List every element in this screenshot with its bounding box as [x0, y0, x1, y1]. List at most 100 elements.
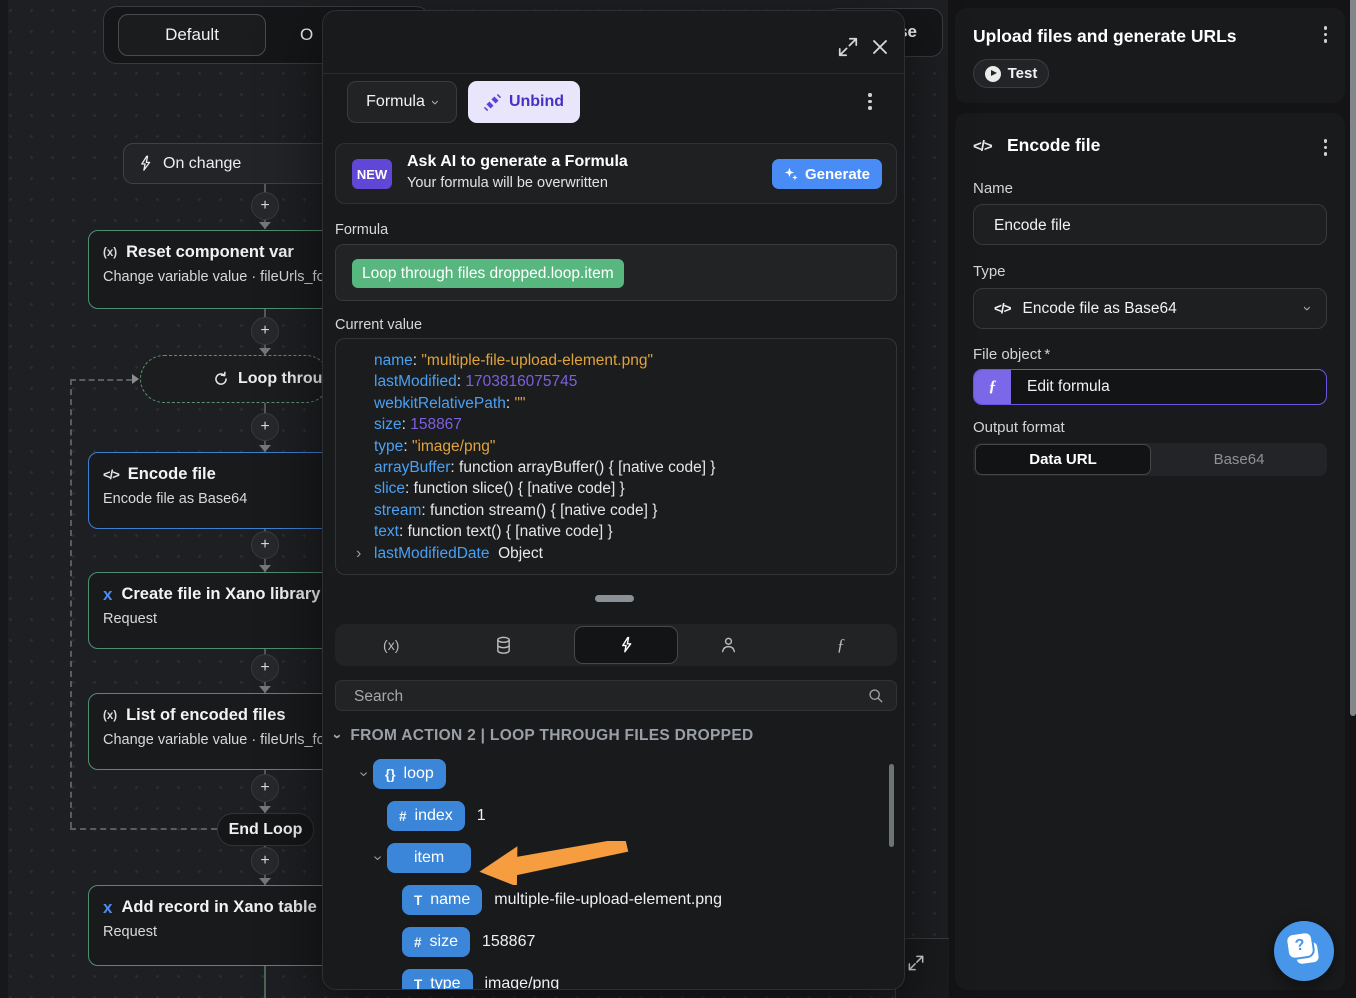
- output-format-label: Output format: [973, 419, 1065, 436]
- section-header[interactable]: › FROM ACTION 2 | LOOP THROUGH FILES DRO…: [335, 727, 753, 745]
- function-icon: ƒ: [837, 635, 846, 655]
- generate-button[interactable]: Generate: [772, 159, 882, 189]
- workflow-card-title: Upload files and generate URLs: [973, 26, 1237, 47]
- node-title: List of encoded files: [126, 706, 286, 725]
- node-title: Encode file: [128, 465, 216, 484]
- tree-scrollbar[interactable]: [889, 764, 894, 847]
- node-add-record-xano[interactable]: x Add record in Xano table Request: [88, 885, 330, 966]
- node-title: End Loop: [229, 821, 303, 839]
- add-step-button[interactable]: +: [251, 774, 279, 802]
- node-end-loop[interactable]: End Loop: [217, 813, 314, 846]
- add-step-button[interactable]: +: [251, 531, 279, 559]
- node-subtitle: Request: [103, 611, 315, 627]
- variable-pill-size[interactable]: #size: [402, 927, 470, 957]
- tab-workflow-selected[interactable]: [574, 626, 678, 664]
- node-subtitle: Request: [103, 924, 315, 940]
- tab-user[interactable]: [672, 624, 784, 666]
- node-create-file-xano[interactable]: x Create file in Xano library Request: [88, 572, 330, 649]
- add-step-button[interactable]: +: [251, 413, 279, 441]
- add-step-button[interactable]: +: [251, 317, 279, 345]
- help-button[interactable]: ?: [1274, 921, 1334, 981]
- node-reset-component-var[interactable]: (x) Reset component var Change variable …: [88, 230, 330, 309]
- formula-label: Formula: [335, 222, 388, 238]
- chevron-down-icon: ›: [1299, 306, 1316, 311]
- chevron-down-icon: ›: [427, 100, 444, 105]
- required-mark: *: [1044, 346, 1050, 363]
- action-settings-card: </> Encode file Name Type </> Encode fil…: [955, 113, 1345, 990]
- chevron-down-icon: ›: [329, 733, 346, 738]
- expand-modal-icon[interactable]: [837, 36, 859, 58]
- workflow-card: Upload files and generate URLs Test: [955, 8, 1345, 103]
- node-subtitle: Change variable value · fileUrls_fo: [103, 732, 315, 748]
- connector-arrow: [259, 686, 271, 693]
- test-label: Test: [1008, 65, 1038, 82]
- node-title: Loop through files drop: [238, 370, 330, 388]
- node-title: Add record in Xano table: [121, 898, 316, 917]
- tree-row: Tnamemultiple-file-upload-element.png: [335, 885, 897, 915]
- drag-handle[interactable]: [595, 595, 634, 602]
- unbind-button[interactable]: Unbind: [468, 81, 580, 123]
- variable-pill-item[interactable]: item: [387, 843, 471, 873]
- question-mark-icon: ?: [1287, 932, 1314, 958]
- lightning-icon: [138, 155, 153, 173]
- name-input[interactable]: [992, 205, 1306, 246]
- section-header-label: FROM ACTION 2 | LOOP THROUGH FILES DROPP…: [350, 727, 753, 745]
- code-line: lastModified: 1703816075745: [336, 371, 896, 392]
- panel-scrollbar[interactable]: [1350, 0, 1356, 716]
- test-button[interactable]: Test: [973, 59, 1049, 88]
- connector-arrow: [259, 445, 271, 452]
- tab-collections[interactable]: [447, 624, 559, 666]
- formula-input[interactable]: Loop through files dropped.loop.item: [335, 244, 897, 301]
- app-window: Default O On change + + + + + + +: [0, 0, 1356, 998]
- annotation-arrow: [477, 841, 635, 885]
- kebab-menu-icon[interactable]: [1324, 26, 1328, 43]
- add-step-button[interactable]: +: [251, 192, 279, 220]
- node-loop-through-files[interactable]: Loop through files drop: [140, 355, 330, 403]
- code-line: ›lastModifiedDate Object: [336, 543, 896, 564]
- variable-icon: (x): [103, 247, 117, 259]
- add-step-button[interactable]: +: [251, 847, 279, 875]
- tab-variables[interactable]: (x): [335, 624, 447, 666]
- type-select[interactable]: </> Encode file as Base64 ›: [973, 288, 1327, 329]
- search-input[interactable]: [352, 681, 856, 712]
- tab-formulas[interactable]: ƒ: [785, 624, 897, 666]
- type-label: Type: [973, 263, 1006, 280]
- code-icon: </>: [973, 138, 992, 155]
- node-subtitle: Encode file as Base64: [103, 491, 315, 507]
- formula-binding-pill[interactable]: Loop through files dropped.loop.item: [352, 259, 624, 288]
- trigger-node-on-change[interactable]: On change: [123, 143, 330, 184]
- xano-icon: x: [103, 899, 112, 916]
- node-list-encoded-files[interactable]: (x) List of encoded files Change variabl…: [88, 693, 330, 770]
- variable-pill-loop[interactable]: {}loop: [373, 759, 446, 789]
- expand-icon[interactable]: [906, 953, 926, 973]
- variable-pill-name[interactable]: Tname: [402, 885, 482, 915]
- variable-pill-type[interactable]: Ttype: [402, 969, 473, 990]
- tree-row: ›{}loop: [335, 759, 897, 789]
- node-title: Create file in Xano library: [121, 585, 320, 604]
- name-label: Name: [973, 180, 1013, 197]
- tab-partial[interactable]: O: [300, 7, 313, 63]
- code-line: stream: function stream() { [native code…: [336, 500, 896, 521]
- loop-boundary: [70, 379, 72, 828]
- kebab-menu-icon[interactable]: [1324, 139, 1328, 156]
- edit-formula-button[interactable]: ƒ Edit formula: [973, 369, 1327, 405]
- node-encode-file[interactable]: </> Encode file Encode file as Base64: [88, 452, 330, 529]
- connector-arrow: [259, 565, 271, 572]
- output-option-base64[interactable]: Base64: [1151, 443, 1327, 476]
- divider: [323, 73, 904, 74]
- tab-default[interactable]: Default: [118, 14, 266, 56]
- type-value: Encode file as Base64: [1023, 300, 1177, 318]
- binding-type-dropdown[interactable]: Formula ›: [347, 81, 457, 123]
- variable-pill-index[interactable]: #index: [387, 801, 465, 831]
- formula-editor-modal: Formula › Unbind NEW Ask AI to generate …: [322, 10, 905, 990]
- code-line: name: "multiple-file-upload-element.png": [336, 350, 896, 371]
- loop-boundary: [70, 828, 217, 830]
- kebab-menu-icon[interactable]: [868, 93, 872, 110]
- output-option-data-url[interactable]: Data URL: [975, 444, 1151, 475]
- code-line: webkitRelativePath: "": [336, 393, 896, 414]
- close-icon[interactable]: [870, 37, 890, 57]
- ai-banner-title: Ask AI to generate a Formula: [407, 153, 628, 171]
- connector-arrow: [259, 806, 271, 813]
- add-step-button[interactable]: +: [251, 654, 279, 682]
- connector: [264, 966, 266, 998]
